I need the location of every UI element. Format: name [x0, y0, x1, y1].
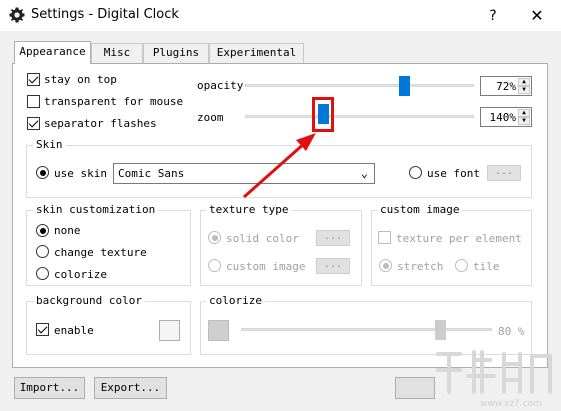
opacity-slider-track[interactable]	[245, 84, 474, 87]
skin-select[interactable]: Comic Sans ⌄	[113, 163, 375, 184]
texture-per-element-checkbox[interactable]	[378, 231, 391, 244]
solid-color-label: solid color	[226, 232, 299, 245]
solid-color-button[interactable]: ...	[316, 230, 350, 246]
font-select-button[interactable]: ...	[487, 165, 521, 181]
spin-up-icon[interactable]: ▲	[518, 109, 530, 117]
svg-text:www.xz7.com: www.xz7.com	[480, 399, 542, 409]
skin-group-title: Skin	[33, 138, 66, 151]
custom-image-title: custom image	[377, 203, 463, 216]
tile-label: tile	[473, 260, 500, 273]
stay-on-top-label: stay on top	[44, 73, 117, 86]
none-label: none	[54, 224, 81, 237]
none-radio[interactable]	[36, 224, 49, 237]
transparent-for-mouse-label: transparent for mouse	[44, 95, 184, 108]
colorize-value: 80 %	[498, 325, 525, 338]
spin-down-icon[interactable]: ▼	[518, 86, 530, 94]
zoom-value: 140%	[489, 111, 517, 124]
colorize-radio[interactable]	[36, 267, 49, 280]
texture-type-group	[200, 210, 362, 286]
spin-up-icon[interactable]: ▲	[518, 78, 530, 86]
separator-flashes-checkbox[interactable]	[27, 117, 40, 130]
custom-image-button[interactable]: ...	[316, 258, 350, 274]
change-texture-radio[interactable]	[36, 245, 49, 258]
stretch-label: stretch	[397, 260, 444, 273]
use-font-radio[interactable]	[409, 166, 422, 179]
use-font-label: use font	[427, 167, 480, 180]
opacity-label: opacity	[197, 79, 244, 92]
transparent-for-mouse-checkbox[interactable]	[27, 95, 40, 108]
background-color-title: background color	[33, 294, 145, 307]
separator-flashes-label: separator flashes	[44, 117, 157, 130]
change-texture-label: change texture	[54, 246, 147, 259]
colorize-slider-track[interactable]	[241, 328, 492, 331]
zoom-spinbox[interactable]: 140% ▲ ▼	[480, 107, 532, 127]
use-skin-label: use skin	[54, 167, 107, 180]
colorize-slider-thumb[interactable]	[435, 320, 446, 340]
background-enable-checkbox[interactable]	[36, 323, 49, 336]
colorize-option-label: colorize	[54, 268, 107, 281]
use-skin-radio[interactable]	[36, 166, 49, 179]
zoom-thumb-highlight	[312, 97, 334, 132]
colorize-title: colorize	[206, 294, 265, 307]
skin-select-value: Comic Sans	[118, 167, 185, 180]
opacity-value: 72%	[496, 80, 516, 93]
zoom-slider-track[interactable]	[245, 115, 474, 118]
solid-color-radio[interactable]	[208, 231, 221, 244]
custom-image-radio[interactable]	[208, 259, 221, 272]
texture-per-element-label: texture per element	[396, 232, 522, 245]
skin-customization-title: skin customization	[33, 203, 159, 216]
tile-radio[interactable]	[455, 259, 468, 272]
texture-type-title: texture type	[206, 203, 292, 216]
colorize-color-swatch[interactable]	[208, 320, 229, 341]
background-color-swatch[interactable]	[159, 320, 180, 341]
opacity-spinbox[interactable]: 72% ▲ ▼	[480, 76, 532, 96]
chevron-down-icon: ⌄	[360, 166, 368, 180]
stay-on-top-checkbox[interactable]	[27, 73, 40, 86]
zoom-label: zoom	[197, 111, 224, 124]
watermark-logo: www.xz7.com	[436, 350, 552, 409]
background-enable-label: enable	[54, 324, 94, 337]
custom-image-group	[371, 210, 532, 286]
custom-image-label: custom image	[226, 260, 306, 273]
spin-down-icon[interactable]: ▼	[518, 117, 530, 125]
opacity-slider-thumb[interactable]	[399, 76, 410, 96]
stretch-radio[interactable]	[379, 259, 392, 272]
